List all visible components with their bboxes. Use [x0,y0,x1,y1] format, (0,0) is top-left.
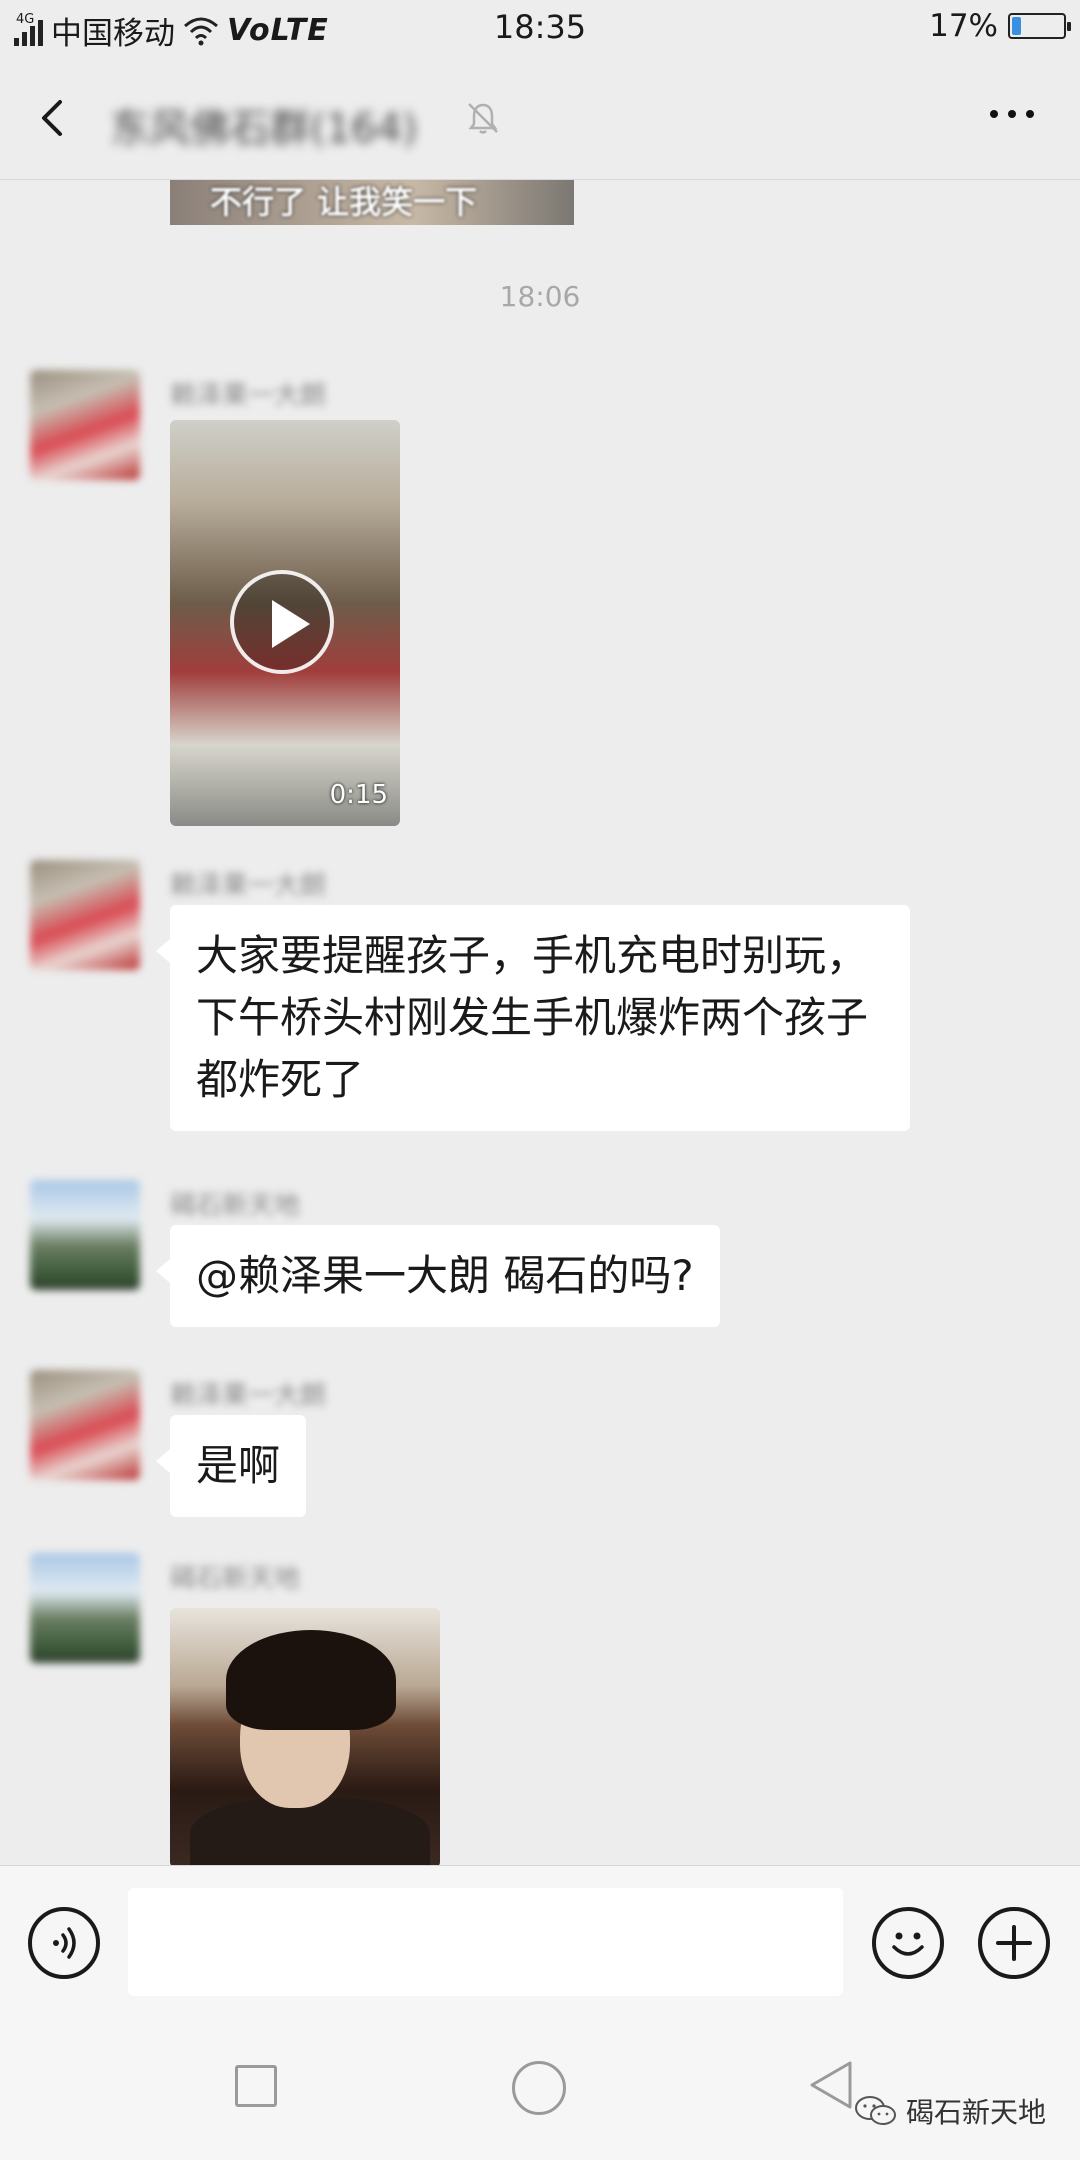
previous-video-caption: 不行了 让我笑一下 [210,183,478,221]
wechat-logo-icon [854,2096,896,2125]
previous-video-thumbnail[interactable]: 不行了 让我笑一下 [170,180,574,225]
avatar[interactable] [30,860,140,970]
image-message[interactable] [170,1608,440,1865]
more-dots-icon[interactable] [990,110,1034,118]
status-time: 18:35 [493,8,587,46]
timestamp: 18:06 [499,280,581,313]
message-input[interactable] [128,1888,843,1996]
video-message[interactable]: 0:15 [170,420,400,826]
avatar[interactable] [30,1370,140,1480]
avatar[interactable] [30,1553,140,1663]
home-icon[interactable] [512,2061,566,2115]
watermark: 碣石新天地 [854,2091,1046,2131]
system-navigation: 碣石新天地 [0,2015,1080,2160]
recent-apps-icon[interactable] [235,2065,277,2107]
text-message-bubble[interactable]: @赖泽果一大朗 碣石的吗? [156,1225,720,1327]
input-bar [0,1865,1080,2015]
mute-bell-icon [468,103,498,134]
play-icon[interactable] [230,570,334,674]
text-message-bubble[interactable]: 是啊 [155,1415,307,1517]
chat-title: 东风佛石群(164) [110,106,418,152]
battery-fill [1012,17,1021,35]
chevron-left-icon[interactable] [30,94,78,142]
emoji-icon[interactable] [872,1907,944,1979]
sender-name: 赖泽果一大朗 [170,871,327,901]
status-bar: 4G 中国移动 VoLTE 18:35 17% [0,0,1080,58]
watermark-text: 碣石新天地 [905,2096,1046,2129]
plus-icon[interactable] [978,1907,1050,1979]
avatar[interactable] [30,1180,140,1290]
video-duration: 0:15 [329,780,388,810]
sender-name: 碣石新天地 [170,1564,301,1594]
battery-percent: 17% [929,8,998,44]
sender-name: 赖泽果一大朗 [170,1381,327,1411]
message-list[interactable]: 不行了 让我笑一下 18:06 赖泽果一大朗 0:15 赖泽果一大朗 大家要提醒… [0,180,1080,1865]
back-triangle-icon[interactable] [806,2057,856,2113]
text-message-bubble[interactable]: 大家要提醒孩子，手机充电时别玩，下午桥头村刚发生手机爆炸两个孩子都炸死了 [156,905,910,1131]
chat-header: 东风佛石群(164) [0,58,1080,180]
status-right: 17% [929,8,1071,44]
sender-name: 碣石新天地 [170,1191,301,1221]
sender-name: 赖泽果一大朗 [170,381,327,411]
battery-icon [1008,13,1071,39]
voice-icon[interactable] [28,1907,100,1979]
avatar[interactable] [30,370,140,480]
